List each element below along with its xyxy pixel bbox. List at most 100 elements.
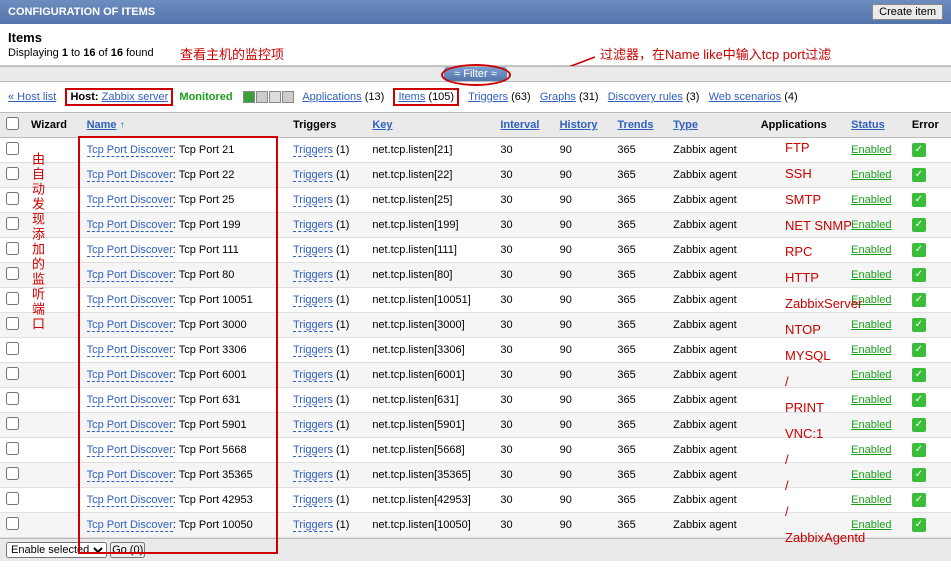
discover-link[interactable]: Tcp Port Discover [87,519,173,532]
status-link[interactable]: Enabled [851,269,891,281]
discover-link[interactable]: Tcp Port Discover [87,369,173,382]
row-checkbox[interactable] [6,392,19,405]
row-checkbox[interactable] [6,517,19,530]
row-triggers-link[interactable]: Triggers [293,144,333,157]
check-icon: ✓ [912,443,926,457]
status-link[interactable]: Enabled [851,194,891,206]
z-icon[interactable] [243,91,255,103]
row-checkbox[interactable] [6,267,19,280]
items-box: Items (105) [393,88,459,106]
col-interval[interactable]: Interval [494,113,553,138]
status-link[interactable]: Enabled [851,419,891,431]
create-item-button[interactable]: Create item [872,4,943,20]
row-checkbox[interactable] [6,242,19,255]
status-link[interactable]: Enabled [851,244,891,256]
icon-2[interactable] [256,91,268,103]
col-trends[interactable]: Trends [611,113,667,138]
key-cell: net.tcp.listen[22] [366,163,494,188]
bulk-action-select[interactable]: Enable selected [6,542,107,558]
status-link[interactable]: Enabled [851,344,891,356]
row-triggers-link[interactable]: Triggers [293,494,333,507]
discover-link[interactable]: Tcp Port Discover [87,269,173,282]
status-link[interactable]: Enabled [851,369,891,381]
discover-link[interactable]: Tcp Port Discover [87,169,173,182]
row-checkbox[interactable] [6,367,19,380]
row-triggers-link[interactable]: Triggers [293,344,333,357]
col-status[interactable]: Status [845,113,906,138]
row-checkbox[interactable] [6,192,19,205]
error-cell: ✓ [906,188,951,213]
status-link[interactable]: Enabled [851,394,891,406]
host-list-link[interactable]: « Host list [8,91,56,103]
col-type[interactable]: Type [667,113,755,138]
row-triggers-link[interactable]: Triggers [293,419,333,432]
row-triggers-link[interactable]: Triggers [293,444,333,457]
icon-4[interactable] [282,91,294,103]
type-cell: Zabbix agent [667,488,755,513]
triggers-link[interactable]: Triggers [468,91,508,103]
trends-cell: 365 [611,388,667,413]
row-triggers-link[interactable]: Triggers [293,219,333,232]
status-link[interactable]: Enabled [851,144,891,156]
graphs-link[interactable]: Graphs [540,91,576,103]
items-link[interactable]: Items [398,91,425,103]
history-cell: 90 [554,188,612,213]
interval-cell: 30 [494,438,553,463]
row-triggers-link[interactable]: Triggers [293,469,333,482]
web-scenarios-link[interactable]: Web scenarios [709,91,782,103]
row-checkbox[interactable] [6,142,19,155]
row-checkbox[interactable] [6,292,19,305]
discover-link[interactable]: Tcp Port Discover [87,444,173,457]
host-name-link[interactable]: Zabbix server [102,91,169,103]
icon-3[interactable] [269,91,281,103]
row-triggers-link[interactable]: Triggers [293,519,333,532]
select-all-checkbox[interactable] [6,117,19,130]
discover-link[interactable]: Tcp Port Discover [87,419,173,432]
history-cell: 90 [554,288,612,313]
discover-link[interactable]: Tcp Port Discover [87,319,173,332]
discover-link[interactable]: Tcp Port Discover [87,494,173,507]
row-checkbox[interactable] [6,492,19,505]
type-cell: Zabbix agent [667,438,755,463]
row-checkbox[interactable] [6,467,19,480]
discover-link[interactable]: Tcp Port Discover [87,144,173,157]
row-triggers-link[interactable]: Triggers [293,169,333,182]
discover-link[interactable]: Tcp Port Discover [87,219,173,232]
row-checkbox[interactable] [6,442,19,455]
filter-button[interactable]: ≈ Filter ≈ [444,67,507,81]
row-triggers-link[interactable]: Triggers [293,319,333,332]
discover-link[interactable]: Tcp Port Discover [87,469,173,482]
status-link[interactable]: Enabled [851,444,891,456]
row-checkbox[interactable] [6,217,19,230]
row-checkbox[interactable] [6,342,19,355]
discover-link[interactable]: Tcp Port Discover [87,344,173,357]
status-link[interactable]: Enabled [851,469,891,481]
discovery-link[interactable]: Discovery rules [608,91,683,103]
status-link[interactable]: Enabled [851,319,891,331]
row-triggers-link[interactable]: Triggers [293,394,333,407]
interval-cell: 30 [494,338,553,363]
row-checkbox[interactable] [6,417,19,430]
discover-link[interactable]: Tcp Port Discover [87,394,173,407]
row-triggers-link[interactable]: Triggers [293,244,333,257]
discover-link[interactable]: Tcp Port Discover [87,294,173,307]
history-cell: 90 [554,338,612,363]
row-triggers-link[interactable]: Triggers [293,294,333,307]
go-button[interactable]: Go (0) [110,542,145,558]
applications-link[interactable]: Applications [302,91,361,103]
error-cell: ✓ [906,388,951,413]
row-triggers-link[interactable]: Triggers [293,194,333,207]
col-history[interactable]: History [554,113,612,138]
discover-link[interactable]: Tcp Port Discover [87,244,173,257]
row-triggers-link[interactable]: Triggers [293,369,333,382]
col-name[interactable]: Name ↑ [81,113,287,138]
status-link[interactable]: Enabled [851,169,891,181]
row-checkbox[interactable] [6,317,19,330]
status-link[interactable]: Enabled [851,219,891,231]
row-triggers-link[interactable]: Triggers [293,269,333,282]
col-key[interactable]: Key [366,113,494,138]
discover-link[interactable]: Tcp Port Discover [87,194,173,207]
table-row: Tcp Port Discover: Tcp Port 35365Trigger… [0,463,951,488]
row-checkbox[interactable] [6,167,19,180]
status-link[interactable]: Enabled [851,494,891,506]
